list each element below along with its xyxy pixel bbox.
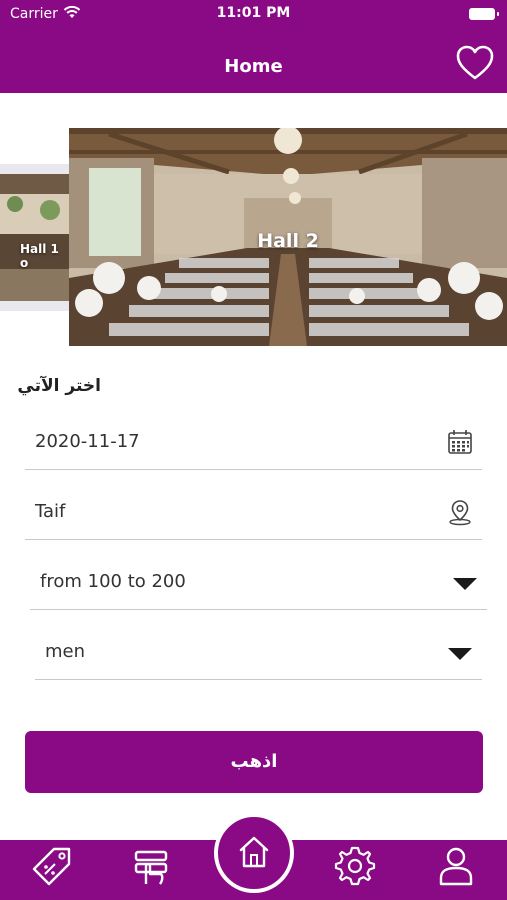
submit-button[interactable]: اذهب [25, 731, 483, 793]
date-value: 2020-11-17 [35, 431, 140, 452]
slide-title: Hall 2 [257, 230, 319, 252]
location-pin-icon[interactable] [446, 498, 474, 526]
battery-icon [469, 8, 499, 20]
user-profile-icon[interactable] [434, 844, 478, 888]
halls-carousel[interactable]: Hall 1 o Hall 2 [0, 128, 507, 348]
capacity-value: from 100 to 200 [40, 571, 186, 592]
gender-value: men [45, 641, 86, 662]
date-field[interactable]: 2020-11-17 [25, 418, 482, 470]
gear-icon[interactable] [333, 844, 377, 888]
status-time: 11:01 PM [216, 5, 291, 21]
hall-photo [0, 174, 69, 301]
carousel-slide[interactable]: Hall 1 o [0, 164, 69, 311]
home-tab-button[interactable] [214, 813, 294, 893]
carousel-slide[interactable]: Hall 2 [69, 128, 507, 346]
heart-icon[interactable] [455, 44, 495, 82]
calendar-icon[interactable] [446, 428, 474, 456]
city-field[interactable]: Taif [25, 488, 482, 540]
price-tag-icon[interactable] [30, 844, 74, 888]
chevron-down-icon[interactable] [448, 648, 472, 660]
page-title: Home [224, 56, 283, 77]
slide-title: Hall 1 o [20, 242, 59, 270]
gender-dropdown[interactable]: men [35, 628, 482, 680]
section-title: اختر الآتي [17, 376, 101, 396]
status-bar: Carrier 11:01 PM [0, 0, 507, 30]
capacity-dropdown[interactable]: from 100 to 200 [30, 558, 487, 610]
top-navigation-bar: Home [0, 30, 507, 93]
city-value: Taif [35, 501, 66, 522]
booking-icon[interactable] [130, 844, 174, 888]
home-icon [239, 836, 269, 868]
chevron-down-icon[interactable] [453, 578, 477, 590]
